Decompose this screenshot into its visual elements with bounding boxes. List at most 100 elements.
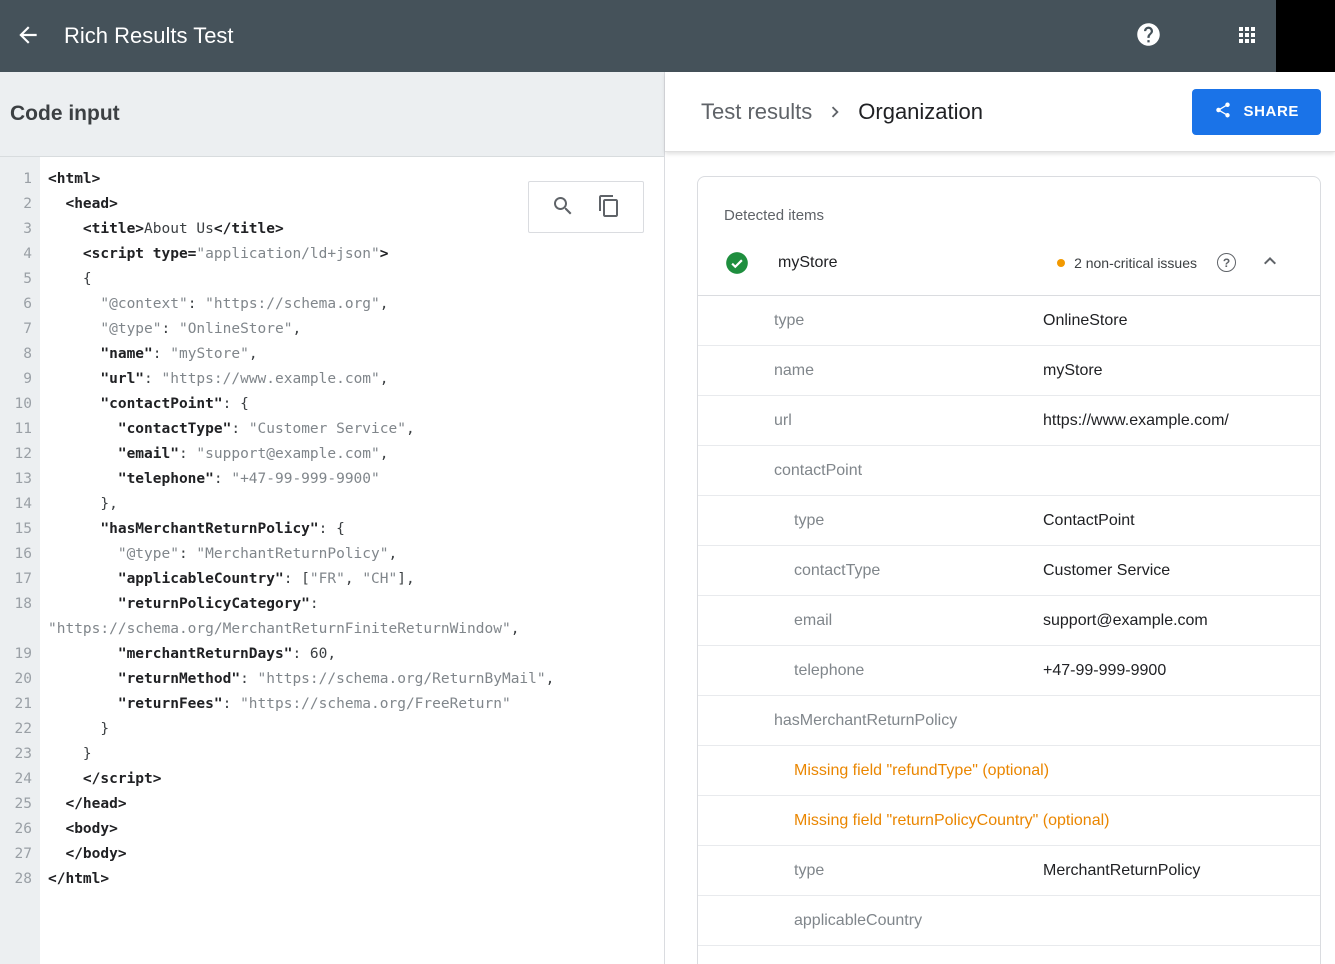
apps-grid-button[interactable] <box>1234 23 1260 49</box>
code-input-panel: Code input 1<html>2 <head>3 <title>About… <box>0 72 665 964</box>
line-number: 26 <box>0 817 40 842</box>
breadcrumb: Test results Organization <box>701 99 983 125</box>
line-number: 3 <box>0 217 40 242</box>
property-key: email <box>698 612 1043 630</box>
chevron-right-icon <box>824 101 846 123</box>
property-key: name <box>698 362 1043 380</box>
line-number: 10 <box>0 392 40 417</box>
detected-item-header[interactable]: myStore 2 non-critical issues ? <box>698 230 1320 296</box>
code-line-content: </body> <box>40 842 664 867</box>
share-button[interactable]: SHARE <box>1192 89 1321 135</box>
property-row: typeOnlineStore <box>698 296 1320 346</box>
app-title: Rich Results Test <box>64 23 234 49</box>
line-number: 21 <box>0 692 40 717</box>
code-line-content: "applicableCountry": ["FR", "CH"], <box>40 567 664 592</box>
code-line: 7 "@type": "OnlineStore", <box>0 317 664 342</box>
line-number: 2 <box>0 192 40 217</box>
warning-row: Missing field "refundType" (optional) <box>698 746 1320 796</box>
property-value: ContactPoint <box>1043 512 1135 530</box>
code-line-content: "https://schema.org/MerchantReturnFinite… <box>40 617 664 642</box>
code-toolbar <box>528 181 644 233</box>
code-line: 24 </script> <box>0 767 664 792</box>
results-body: Detected items myStore 2 non-critical is… <box>665 152 1335 964</box>
property-key: type <box>698 512 1043 530</box>
property-row: telephone+47-99-999-9900 <box>698 646 1320 696</box>
code-line-content: "contactType": "Customer Service", <box>40 417 664 442</box>
issues-count-label: 2 non-critical issues <box>1074 255 1197 271</box>
group-row: hasMerchantReturnPolicy <box>698 696 1320 746</box>
property-value: support@example.com <box>1043 612 1208 630</box>
topbar: Rich Results Test <box>0 0 1335 72</box>
line-number: 15 <box>0 517 40 542</box>
code-line: 8 "name": "myStore", <box>0 342 664 367</box>
line-number: 8 <box>0 342 40 367</box>
code-line-content: "email": "support@example.com", <box>40 442 664 467</box>
property-row: typeMerchantReturnPolicy <box>698 846 1320 896</box>
copy-icon <box>597 194 621 221</box>
code-line-content: "@type": "OnlineStore", <box>40 317 664 342</box>
property-value: Customer Service <box>1043 562 1170 580</box>
code-line: 22 } <box>0 717 664 742</box>
code-line: 10 "contactPoint": { <box>0 392 664 417</box>
detected-item-table: typeOnlineStorenamemyStoreurlhttps://www… <box>698 296 1320 946</box>
property-key: hasMerchantReturnPolicy <box>698 712 1320 730</box>
search-icon <box>551 194 575 221</box>
property-row: typeContactPoint <box>698 496 1320 546</box>
collapse-item-button[interactable] <box>1258 251 1282 275</box>
property-key: contactPoint <box>698 462 1320 480</box>
code-line: 23 } <box>0 742 664 767</box>
chevron-up-icon <box>1258 249 1282 276</box>
line-number: 25 <box>0 792 40 817</box>
code-line-content: "returnMethod": "https://schema.org/Retu… <box>40 667 664 692</box>
back-arrow-icon <box>15 22 41 51</box>
code-line: 17 "applicableCountry": ["FR", "CH"], <box>0 567 664 592</box>
code-line-content: "returnPolicyCategory": <box>40 592 664 617</box>
share-icon <box>1214 101 1232 123</box>
line-number: 27 <box>0 842 40 867</box>
line-number: 22 <box>0 717 40 742</box>
code-line: 25 </head> <box>0 792 664 817</box>
avatar[interactable] <box>1276 0 1335 72</box>
line-number: 13 <box>0 467 40 492</box>
breadcrumb-test-results[interactable]: Test results <box>701 99 812 125</box>
property-key: contactType <box>698 562 1043 580</box>
copy-code-button[interactable] <box>597 194 621 221</box>
code-editor[interactable]: 1<html>2 <head>3 <title>About Us</title>… <box>0 157 664 964</box>
code-line: "https://schema.org/MerchantReturnFinite… <box>0 617 664 642</box>
property-value: myStore <box>1043 362 1103 380</box>
code-line: 13 "telephone": "+47-99-999-9900" <box>0 467 664 492</box>
back-button[interactable] <box>14 22 42 50</box>
results-header: Test results Organization SHARE <box>665 72 1335 152</box>
code-line: 11 "contactType": "Customer Service", <box>0 417 664 442</box>
warning-text: Missing field "returnPolicyCountry" (opt… <box>698 812 1109 830</box>
property-key: type <box>698 862 1043 880</box>
line-number: 12 <box>0 442 40 467</box>
issues-help-icon[interactable]: ? <box>1217 253 1236 272</box>
group-row: contactPoint <box>698 446 1320 496</box>
line-number: 5 <box>0 267 40 292</box>
code-line-content: "url": "https://www.example.com", <box>40 367 664 392</box>
code-line: 27 </body> <box>0 842 664 867</box>
code-line: 19 "merchantReturnDays": 60, <box>0 642 664 667</box>
code-line-content: "hasMerchantReturnPolicy": { <box>40 517 664 542</box>
check-circle-icon <box>724 250 750 276</box>
help-button[interactable] <box>1134 22 1162 50</box>
property-value: OnlineStore <box>1043 312 1128 330</box>
apps-grid-icon <box>1235 23 1259 50</box>
code-line-content: }, <box>40 492 664 517</box>
warning-text: Missing field "refundType" (optional) <box>698 762 1049 780</box>
code-line: 9 "url": "https://www.example.com", <box>0 367 664 392</box>
warning-row: Missing field "returnPolicyCountry" (opt… <box>698 796 1320 846</box>
code-line: 28</html> <box>0 867 664 892</box>
line-number: 4 <box>0 242 40 267</box>
code-line: 6 "@context": "https://schema.org", <box>0 292 664 317</box>
code-input-title: Code input <box>10 102 664 126</box>
code-line-content: "name": "myStore", <box>40 342 664 367</box>
line-number: 7 <box>0 317 40 342</box>
property-row: contactTypeCustomer Service <box>698 546 1320 596</box>
line-number: 17 <box>0 567 40 592</box>
search-code-button[interactable] <box>551 194 575 221</box>
line-number: 23 <box>0 742 40 767</box>
code-line: 4 <script type="application/ld+json"> <box>0 242 664 267</box>
code-line-content: </script> <box>40 767 664 792</box>
